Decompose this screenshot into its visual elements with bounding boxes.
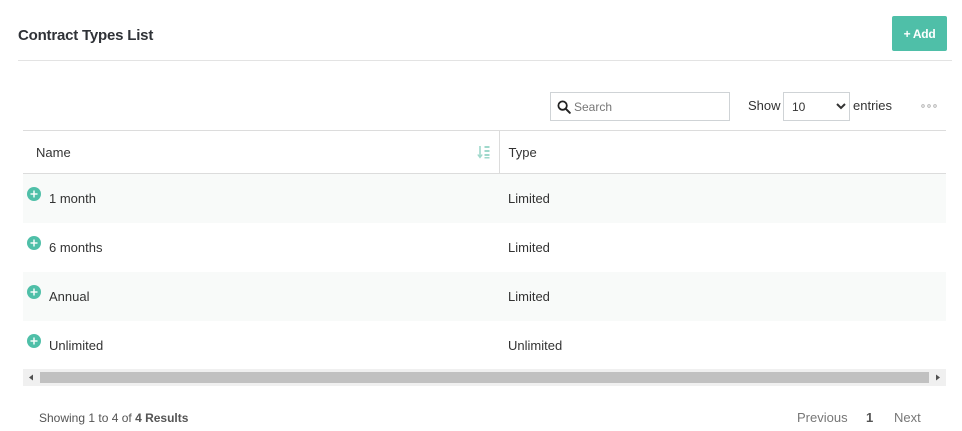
horizontal-scrollbar[interactable]	[23, 369, 946, 386]
page-size-select[interactable]: 102550100	[783, 92, 850, 121]
sort-icon[interactable]	[476, 145, 491, 159]
results-info: Showing 1 to 4 of 4 Results	[39, 411, 188, 425]
column-header-label: Name	[36, 144, 71, 160]
row-name: Unlimited	[49, 337, 104, 353]
contract-types-table: Name Type 1 month Limited 6 months Limit…	[23, 130, 946, 370]
row-name: Annual	[49, 288, 90, 304]
row-name: 6 months	[49, 239, 103, 255]
previous-page-button[interactable]: Previous	[797, 410, 848, 425]
name-cell: Unlimited	[23, 321, 499, 370]
plus-circle-icon[interactable]	[27, 235, 41, 250]
entries-label: entries	[853, 98, 893, 113]
search-box[interactable]	[550, 92, 730, 121]
page-title: Contract Types List	[18, 27, 154, 44]
column-header-type[interactable]: Type	[498, 130, 946, 174]
type-cell: Limited	[499, 173, 946, 223]
results-total: 4 Results	[135, 411, 189, 425]
type-cell: Unlimited	[508, 337, 563, 353]
more-horizontal-icon[interactable]	[921, 104, 937, 108]
column-header-name[interactable]: Name	[23, 130, 499, 174]
table-row: Annual Limited	[23, 271, 946, 321]
scroll-left-icon[interactable]	[23, 369, 39, 386]
page-number-button[interactable]: 1	[866, 410, 873, 425]
results-prefix: Showing 1 to 4 of	[39, 411, 136, 425]
table-row: Unlimited Unlimited	[23, 321, 946, 370]
type-cell: Limited	[508, 239, 550, 255]
name-cell: 1 month	[23, 173, 499, 223]
search-input[interactable]	[574, 93, 724, 120]
table-row: 1 month Limited	[23, 173, 946, 223]
plus-circle-icon[interactable]	[27, 187, 41, 201]
table-header-row: Name Type	[23, 130, 946, 174]
show-label: Show	[748, 98, 781, 113]
scrollbar-thumb[interactable]	[40, 372, 929, 383]
scroll-right-icon[interactable]	[930, 369, 946, 386]
add-button[interactable]: + Add	[892, 16, 947, 51]
type-cell: Limited	[499, 271, 946, 321]
plus-circle-icon[interactable]	[27, 333, 41, 348]
row-name: 1 month	[49, 190, 96, 206]
search-icon	[557, 100, 571, 114]
name-cell: 6 months	[23, 223, 499, 272]
next-page-button[interactable]: Next	[894, 410, 921, 425]
header-divider	[18, 60, 952, 61]
name-cell: Annual	[23, 271, 499, 321]
table-row: 6 months Limited	[23, 223, 946, 272]
plus-circle-icon[interactable]	[27, 284, 41, 299]
column-header-label: Type	[508, 144, 537, 160]
